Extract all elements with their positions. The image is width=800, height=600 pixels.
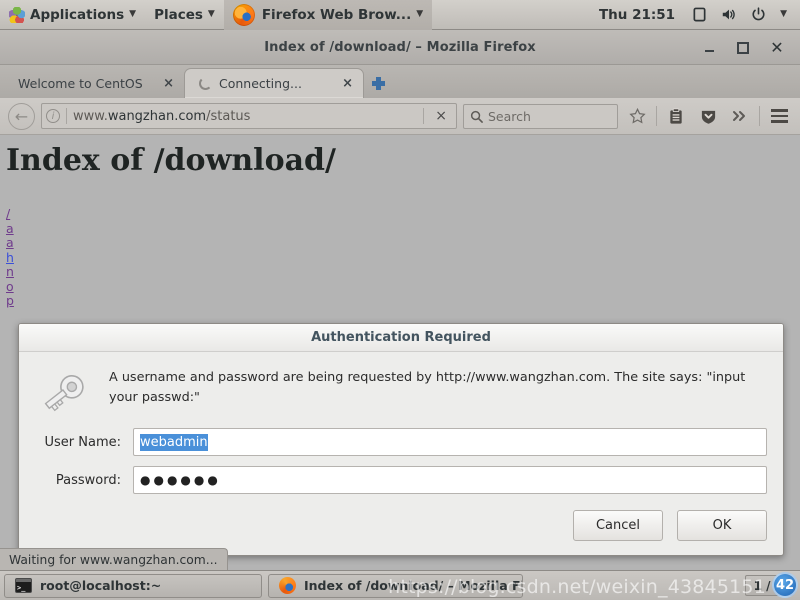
power-icon[interactable] [744, 7, 773, 22]
window-titlebar[interactable]: Index of /download/ – Mozilla Firefox ✕ [0, 30, 800, 65]
username-value: webadmin [140, 433, 208, 451]
taskbar-item-label: Index of /download/ – Mozilla Fire... [304, 578, 522, 593]
list-item[interactable]: p [6, 293, 14, 309]
password-label: Password: [55, 472, 121, 488]
stop-loading-icon[interactable]: × [430, 108, 452, 124]
directory-listing: / a a h n o p [6, 206, 14, 309]
url-separator [423, 108, 425, 124]
chevron-down-icon[interactable]: ▼ [773, 10, 794, 19]
screen: Applications ▼ Places ▼ Firefox Web Brow… [0, 0, 800, 600]
workspace-switcher[interactable]: 1 / 4 [744, 575, 796, 596]
places-menu-label: Places [154, 6, 203, 23]
tab-label: Welcome to CentOS [18, 75, 143, 91]
list-item[interactable]: h [6, 250, 14, 266]
dialog-body: A username and password are being reques… [19, 352, 783, 416]
hamburger-lines [770, 109, 788, 123]
username-input[interactable]: webadmin [133, 428, 767, 456]
toolbar-separator [656, 106, 657, 126]
pocket-shield-icon[interactable] [695, 101, 721, 131]
list-item[interactable]: o [6, 279, 14, 295]
url-separator [66, 108, 67, 124]
list-item[interactable]: n [6, 264, 14, 280]
navigation-toolbar: ← i www.wangzhan.com/status × Search [0, 98, 800, 135]
tab-close-icon[interactable]: × [157, 76, 174, 91]
url-text: www.wangzhan.com/status [73, 109, 417, 124]
active-app-menu[interactable]: Firefox Web Brow... ▼ [223, 0, 433, 30]
firefox-icon [279, 577, 296, 594]
panel-status-area: Thu 21:51 ▼ [589, 7, 800, 23]
page-content: Index of /download/ / a a h n o p Authen… [0, 135, 800, 570]
close-button[interactable]: ✕ [760, 30, 794, 65]
page-title: Index of /download/ [6, 143, 336, 178]
places-menu[interactable]: Places ▼ [145, 0, 224, 30]
identity-info-icon[interactable]: i [46, 109, 60, 123]
username-label: User Name: [44, 434, 122, 450]
list-item[interactable]: a [6, 221, 14, 237]
tab-connecting[interactable]: Connecting... × [184, 68, 364, 98]
window-controls: ✕ [692, 30, 794, 65]
firefox-icon [232, 3, 255, 26]
taskbar-item-terminal[interactable]: >_ root@localhost:~ [4, 573, 262, 598]
active-app-label: Firefox Web Brow... [261, 6, 412, 23]
taskbar-item-firefox[interactable]: Index of /download/ – Mozilla Fire... [268, 573, 523, 598]
display-icon[interactable] [685, 7, 714, 22]
cancel-button[interactable]: Cancel [573, 510, 663, 541]
url-path: /status [206, 108, 251, 124]
key-icon [33, 366, 95, 416]
maximize-button[interactable] [726, 30, 760, 65]
status-bar: Waiting for www.wangzhan.com... [0, 548, 228, 570]
taskbar-item-label: root@localhost:~ [40, 578, 162, 593]
url-host: wangzhan.com [107, 108, 207, 124]
url-bar[interactable]: i www.wangzhan.com/status × [41, 103, 457, 129]
new-tab-button[interactable] [364, 68, 392, 98]
workspace-indicator[interactable]: 1 / 4 [744, 575, 792, 596]
bookmark-star-icon[interactable] [624, 101, 650, 131]
back-button[interactable]: ← [8, 102, 35, 130]
credentials-form: User Name: webadmin Password: ●●●●●● [19, 416, 783, 494]
password-row: Password: ●●●●●● [33, 466, 767, 494]
ok-button[interactable]: OK [677, 510, 767, 541]
loading-spinner-icon [199, 77, 212, 90]
window-list-taskbar: >_ root@localhost:~ Index of /download/ … [0, 570, 800, 600]
list-item[interactable]: a [6, 235, 14, 251]
gnome-top-panel: Applications ▼ Places ▼ Firefox Web Brow… [0, 0, 800, 30]
firefox-window: Index of /download/ – Mozilla Firefox ✕ … [0, 30, 800, 570]
dialog-message: A username and password are being reques… [109, 370, 746, 405]
username-row: User Name: webadmin [33, 428, 767, 456]
overflow-chevrons-icon[interactable] [727, 101, 753, 131]
tab-welcome-to-centos[interactable]: Welcome to CentOS × [4, 68, 184, 98]
password-input[interactable]: ●●●●●● [133, 466, 767, 494]
authentication-dialog: Authentication Required A username and p… [18, 323, 784, 556]
search-input[interactable]: Search [488, 109, 531, 124]
tab-strip: Welcome to CentOS × Connecting... × [0, 65, 800, 98]
search-icon [470, 110, 483, 123]
plus-icon [371, 76, 385, 90]
password-value: ●●●●●● [140, 473, 221, 487]
window-title: Index of /download/ – Mozilla Firefox [264, 39, 536, 55]
menu-hamburger-icon[interactable] [766, 101, 792, 131]
applications-menu-label: Applications [30, 6, 125, 23]
dialog-title: Authentication Required [19, 324, 783, 352]
chevron-down-icon: ▼ [416, 9, 424, 19]
url-prefix: www. [73, 108, 108, 124]
terminal-icon: >_ [15, 578, 32, 593]
list-item[interactable]: / [6, 206, 14, 222]
applications-menu[interactable]: Applications ▼ [0, 0, 145, 30]
chevron-down-icon: ▼ [207, 9, 215, 19]
tab-label: Connecting... [219, 76, 302, 91]
volume-icon[interactable] [714, 7, 744, 22]
gnome-foot-icon [9, 6, 25, 23]
toolbar-separator [759, 106, 760, 126]
chevron-down-icon: ▼ [129, 9, 137, 19]
library-icon[interactable] [663, 101, 689, 131]
tab-close-icon[interactable]: × [336, 76, 353, 91]
minimize-button[interactable] [692, 30, 726, 65]
panel-clock[interactable]: Thu 21:51 [589, 7, 685, 23]
search-bar[interactable]: Search [463, 103, 618, 129]
